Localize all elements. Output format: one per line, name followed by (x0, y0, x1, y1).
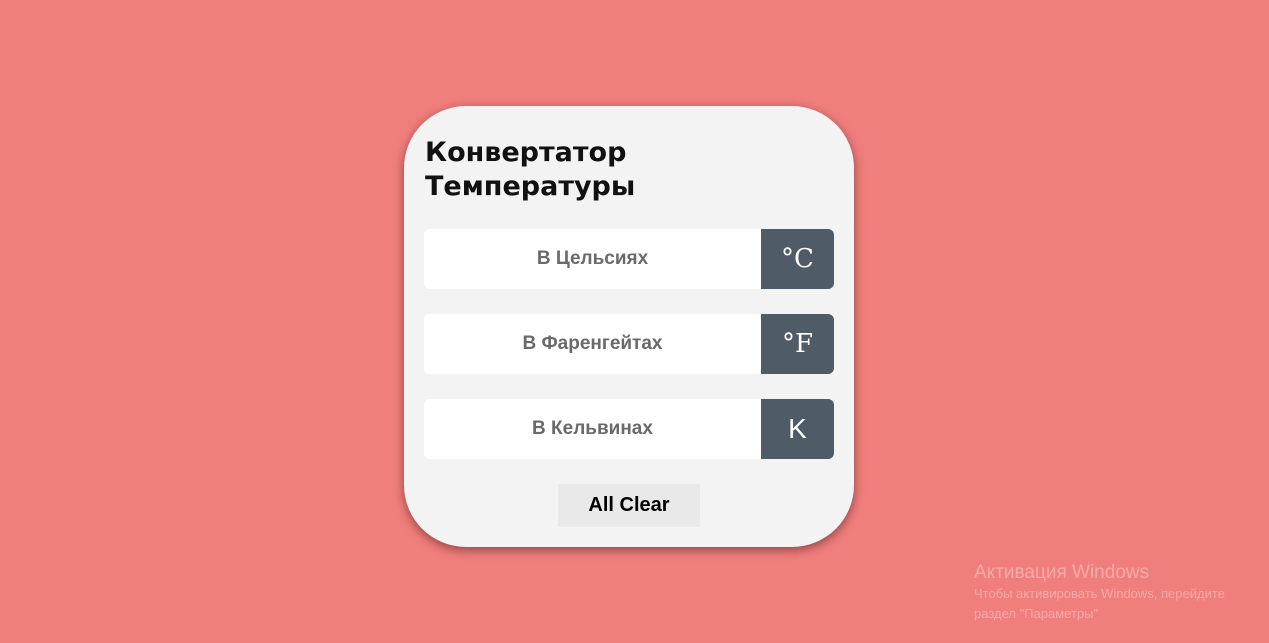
celsius-row: °C (424, 229, 834, 289)
converter-card: Конвертатор Температуры °C °F K All Clea… (404, 106, 854, 547)
kelvin-input[interactable] (424, 399, 761, 459)
windows-activation-watermark: Активация Windows Чтобы активировать Win… (974, 562, 1225, 624)
watermark-line-2: раздел "Параметры" (974, 606, 1099, 621)
kelvin-unit-label: K (761, 399, 834, 459)
celsius-unit-label: °C (761, 229, 834, 289)
fahrenheit-input[interactable] (424, 314, 761, 374)
kelvin-row: K (424, 399, 834, 459)
celsius-input[interactable] (424, 229, 761, 289)
watermark-line-1: Чтобы активировать Windows, перейдите (974, 586, 1225, 601)
page-title: Конвертатор Температуры (425, 137, 636, 202)
fahrenheit-row: °F (424, 314, 834, 374)
all-clear-button[interactable]: All Clear (558, 484, 700, 527)
fahrenheit-unit-label: °F (761, 314, 834, 374)
watermark-title: Активация Windows (974, 562, 1150, 583)
